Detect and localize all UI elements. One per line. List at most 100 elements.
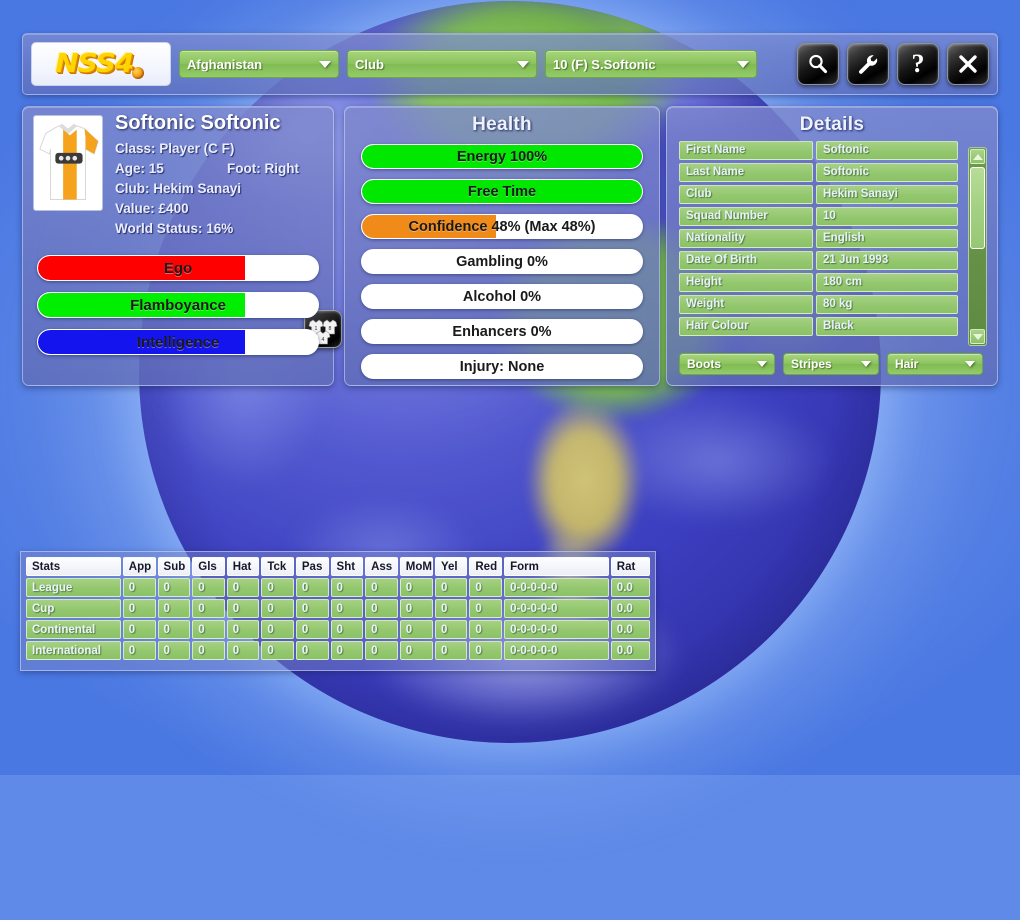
stats-cell: 0 [157, 599, 191, 618]
boots-dropdown-label: Boots [687, 357, 721, 371]
details-row[interactable]: Height 180 cm [679, 273, 961, 292]
scroll-down-button[interactable] [970, 329, 985, 344]
details-row[interactable]: Weight 80 kg [679, 295, 961, 314]
stats-column-header[interactable]: Stats [26, 557, 121, 576]
health-bar-confidence[interactable]: Confidence 48% (Max 48%) [361, 214, 643, 239]
health-bar-free-time[interactable]: Free Time [361, 179, 643, 204]
player-dropdown[interactable]: 10 (F) S.Softonic [545, 50, 757, 78]
stats-column-header[interactable]: Hat [226, 557, 260, 576]
player-age-cell: Age: 15 [115, 159, 227, 179]
stats-cell: 0.0 [610, 641, 650, 660]
table-row[interactable]: League 0 0 0 0 0 0 0 0 0 0 0 0-0-0-0-0 0.0 [26, 578, 650, 597]
trait-bar-ego-label: Ego [163, 259, 193, 277]
stats-table: Stats App Sub Gls Hat Tck Pas Sht Ass MoM Yel Red Fo… [24, 555, 652, 662]
search-button[interactable] [797, 43, 839, 85]
stripes-dropdown[interactable]: Stripes [783, 353, 879, 375]
details-row-key: First Name [679, 141, 813, 160]
player-class-row: Class: Player (C F) [115, 139, 323, 159]
close-button[interactable] [947, 43, 989, 85]
details-row-value: Black [816, 317, 958, 336]
stats-cell: 0 [330, 599, 364, 618]
stats-column-header[interactable]: Red [469, 557, 503, 576]
stripes-dropdown-label: Stripes [791, 357, 832, 371]
table-row[interactable]: Continental 0 0 0 0 0 0 0 0 0 0 0 0-0-0-0-0 0.0 [26, 620, 650, 639]
stats-column-header[interactable]: Tck [261, 557, 294, 576]
stats-cell: 0-0-0-0-0 [504, 620, 609, 639]
health-panel: Health Energy 100% Free Time Confidence … [344, 106, 660, 386]
tools-button[interactable] [847, 43, 889, 85]
stats-cell: 0 [365, 620, 398, 639]
stats-cell: 0-0-0-0-0 [504, 578, 609, 597]
stats-column-header[interactable]: MoM [399, 557, 433, 576]
stats-column-header[interactable]: Ass [365, 557, 398, 576]
health-bar-injury[interactable]: Injury: None [361, 354, 643, 379]
chevron-down-icon [972, 333, 983, 340]
stats-cell: 0 [365, 599, 398, 618]
trait-bar-flamboyance[interactable]: Flamboyance [37, 292, 319, 318]
details-row-key: Squad Number [679, 207, 813, 226]
stats-column-header[interactable]: App [122, 557, 156, 576]
country-dropdown-label: Afghanistan [187, 56, 263, 72]
health-bar-alcohol[interactable]: Alcohol 0% [361, 284, 643, 309]
stats-cell: 0 [192, 578, 225, 597]
country-dropdown[interactable]: Afghanistan [179, 50, 339, 78]
details-table: First Name Softonic Last Name Softonic Club H… [679, 141, 961, 336]
details-row[interactable]: Nationality English [679, 229, 961, 248]
stats-cell: 0 [261, 641, 294, 660]
table-row[interactable]: International 0 0 0 0 0 0 0 0 0 0 0 0-0-0-0-0 0.0 [26, 641, 650, 660]
player-value-row: Value: £400 [115, 199, 323, 219]
stats-column-header[interactable]: Sub [157, 557, 191, 576]
details-row[interactable]: Date Of Birth 21 Jun 1993 [679, 251, 961, 270]
scroll-up-button[interactable] [970, 149, 985, 164]
jersey-svg [39, 123, 99, 201]
details-row[interactable]: Last Name Softonic [679, 163, 961, 182]
stats-column-header[interactable]: Yel [434, 557, 468, 576]
stats-column-header[interactable]: Gls [192, 557, 225, 576]
details-row[interactable]: First Name Softonic [679, 141, 961, 160]
player-club-row: Club: Hekim Sanayi [115, 179, 323, 199]
stats-cell: 0 [157, 578, 191, 597]
help-button[interactable]: ? [897, 43, 939, 85]
details-row-key: Hair Colour [679, 317, 813, 336]
stats-cell: 0 [226, 641, 260, 660]
stats-cell: Continental [26, 620, 121, 639]
details-row-key: Club [679, 185, 813, 204]
hair-dropdown[interactable]: Hair [887, 353, 983, 375]
boots-dropdown[interactable]: Boots [679, 353, 775, 375]
details-row[interactable]: Squad Number 10 [679, 207, 961, 226]
chevron-down-icon [319, 60, 331, 68]
details-row[interactable]: Hair Colour Black [679, 317, 961, 336]
stats-column-header[interactable]: Rat [610, 557, 650, 576]
details-row-key: Last Name [679, 163, 813, 182]
stats-column-header[interactable]: Pas [295, 557, 329, 576]
health-bar-enhancers[interactable]: Enhancers 0% [361, 319, 643, 344]
chevron-down-icon [861, 361, 871, 367]
player-name: Softonic Softonic [115, 112, 281, 134]
table-row[interactable]: Cup 0 0 0 0 0 0 0 0 0 0 0 0-0-0-0-0 0.0 [26, 599, 650, 618]
scrollbar-thumb[interactable] [970, 167, 985, 249]
health-bar-energy-label: Energy 100% [456, 148, 548, 165]
stats-table-body: League 0 0 0 0 0 0 0 0 0 0 0 0-0-0-0-0 0.0 Cup 0 0 0 0 0 0 0 0… [26, 578, 650, 660]
stats-column-header[interactable]: Form [504, 557, 609, 576]
stats-cell: 0 [261, 578, 294, 597]
trait-bar-intelligence[interactable]: Intelligence [37, 329, 319, 355]
stats-cell: 0 [469, 641, 503, 660]
stats-column-header[interactable]: Sht [330, 557, 364, 576]
trait-bar-ego[interactable]: Ego [37, 255, 319, 281]
chevron-up-icon [972, 153, 983, 160]
health-bar-energy[interactable]: Energy 100% [361, 144, 643, 169]
health-bar-enhancers-label: Enhancers 0% [452, 323, 552, 340]
player-world-status-row: World Status: 16% [115, 219, 323, 239]
stats-cell: 0 [226, 599, 260, 618]
health-bar-gambling[interactable]: Gambling 0% [361, 249, 643, 274]
details-row[interactable]: Club Hekim Sanayi [679, 185, 961, 204]
details-scrollbar[interactable] [968, 147, 987, 346]
app-logo-text: NSS4 [54, 49, 134, 79]
stats-cell: 0 [122, 620, 156, 639]
player-value-value: £400 [158, 201, 189, 216]
player-class-label: Class: [115, 141, 156, 156]
details-row-value: 10 [816, 207, 958, 226]
player-age-value: 15 [148, 161, 164, 176]
details-row-key: Date Of Birth [679, 251, 813, 270]
team-type-dropdown[interactable]: Club [347, 50, 537, 78]
